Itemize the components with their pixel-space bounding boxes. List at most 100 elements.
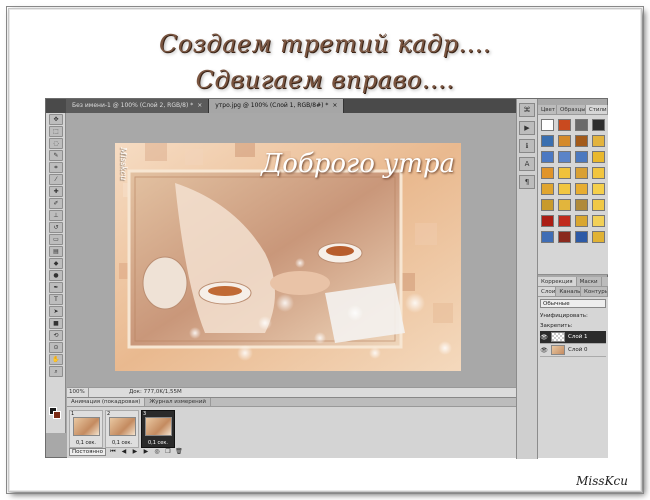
tab-swatches[interactable]: Образцы	[557, 105, 586, 114]
animation-frame[interactable]: 1 0,1 сек.	[69, 410, 103, 448]
style-swatch[interactable]	[592, 199, 605, 211]
eye-icon[interactable]: 👁	[540, 347, 548, 354]
eyedropper-tool-icon[interactable]: ⁄	[49, 174, 63, 185]
frame-delay[interactable]: 0,1 сек.	[142, 440, 174, 446]
dodge-tool-icon[interactable]: ●	[49, 270, 63, 281]
tab-layers[interactable]: Слои	[538, 287, 557, 296]
eye-icon[interactable]: 👁	[540, 334, 548, 341]
zoom-level[interactable]: 100%	[67, 388, 89, 397]
layers-body: Обычные Унифицировать: Закрепить: 👁 Слой…	[538, 297, 608, 359]
animation-frame-selected[interactable]: 3 0,1 сек.	[141, 410, 175, 448]
style-swatch[interactable]	[592, 231, 605, 243]
tab-adjustments[interactable]: Коррекция	[538, 277, 577, 286]
style-swatch[interactable]	[541, 151, 554, 163]
3d-orbit-tool-icon[interactable]: ⊙	[49, 342, 63, 353]
delete-frame-icon[interactable]: 🗑	[175, 448, 183, 456]
tween-icon[interactable]: ◎	[153, 448, 161, 456]
style-swatch[interactable]	[541, 231, 554, 243]
frame-delay[interactable]: 0,1 сек.	[70, 440, 102, 446]
type-tool-icon[interactable]: T	[49, 294, 63, 305]
3d-rotate-tool-icon[interactable]: ⟲	[49, 330, 63, 341]
tab-masks[interactable]: Маски	[577, 277, 602, 286]
style-swatch[interactable]	[558, 167, 571, 179]
tools-panel: ✥ ⬚ ◌ ✎ ⌗ ⁄ ✚ ✐ ⊥ ↺ ▭ ▤ ◆ ● ✒ T ➤ ■ ⟲ ⊙ …	[46, 113, 66, 433]
brush-tool-icon[interactable]: ✐	[49, 198, 63, 209]
info-panel-icon[interactable]: ℹ	[519, 139, 535, 153]
path-selection-tool-icon[interactable]: ➤	[49, 306, 63, 317]
style-swatch[interactable]	[575, 135, 588, 147]
zoom-tool-icon[interactable]: ⌕	[49, 366, 63, 377]
style-swatch[interactable]	[575, 215, 588, 227]
healing-brush-tool-icon[interactable]: ✚	[49, 186, 63, 197]
style-swatch[interactable]	[575, 231, 588, 243]
style-swatch[interactable]	[575, 119, 588, 131]
shape-tool-icon[interactable]: ■	[49, 318, 63, 329]
style-swatch[interactable]	[541, 215, 554, 227]
style-swatch[interactable]	[558, 183, 571, 195]
history-panel-icon[interactable]: ⌘	[519, 103, 535, 117]
style-swatch[interactable]	[541, 135, 554, 147]
paragraph-panel-icon[interactable]: ¶	[519, 175, 535, 189]
crop-tool-icon[interactable]: ⌗	[49, 162, 63, 173]
style-swatch[interactable]	[575, 199, 588, 211]
document-tab-utro[interactable]: утро.jpg @ 100% (Слой 1, RGB/8#) * ×	[209, 99, 345, 113]
style-swatch[interactable]	[558, 119, 571, 131]
layer-row[interactable]: 👁 Слой 0	[540, 344, 606, 357]
document-tab-untitled[interactable]: Без имени-1 @ 100% (Слой 2, RGB/8) * ×	[66, 99, 210, 113]
style-swatch[interactable]	[541, 167, 554, 179]
actions-panel-icon[interactable]: ▶	[519, 121, 535, 135]
animation-frame[interactable]: 2 0,1 сек.	[105, 410, 139, 448]
first-frame-icon[interactable]: ⏮	[109, 448, 117, 456]
style-swatch[interactable]	[558, 215, 571, 227]
style-swatch[interactable]	[592, 167, 605, 179]
style-swatch[interactable]	[558, 135, 571, 147]
layer-name: Слой 0	[568, 347, 588, 353]
layer-row[interactable]: 👁 Слой 1	[540, 331, 606, 344]
tab-paths[interactable]: Контуры	[581, 287, 608, 296]
style-swatch[interactable]	[558, 151, 571, 163]
close-icon[interactable]: ×	[197, 102, 202, 109]
previous-frame-icon[interactable]: ◀	[120, 448, 128, 456]
character-panel-icon[interactable]: A	[519, 157, 535, 171]
layer-name: Слой 1	[568, 334, 588, 340]
frame-delay[interactable]: 0,1 сек.	[106, 440, 138, 446]
style-swatch[interactable]	[558, 199, 571, 211]
eraser-tool-icon[interactable]: ▭	[49, 234, 63, 245]
style-swatch[interactable]	[575, 167, 588, 179]
background-color-swatch[interactable]	[53, 411, 61, 419]
style-swatch[interactable]	[575, 151, 588, 163]
duplicate-frame-icon[interactable]: ❐	[164, 448, 172, 456]
gradient-tool-icon[interactable]: ▤	[49, 246, 63, 257]
hand-tool-icon[interactable]: ✋	[49, 354, 63, 365]
clone-stamp-tool-icon[interactable]: ⊥	[49, 210, 63, 221]
style-swatch[interactable]	[592, 183, 605, 195]
style-swatch[interactable]	[558, 231, 571, 243]
style-swatch-none[interactable]	[541, 119, 554, 131]
layers-panel: Коррекция Маски Слои Каналы Контуры Обыч…	[538, 277, 608, 458]
style-swatch[interactable]	[592, 119, 605, 131]
style-swatch[interactable]	[541, 183, 554, 195]
move-tool-icon[interactable]: ✥	[49, 114, 63, 125]
tab-measurement-log[interactable]: Журнал измерений	[145, 398, 211, 406]
style-swatch[interactable]	[592, 215, 605, 227]
history-brush-tool-icon[interactable]: ↺	[49, 222, 63, 233]
next-frame-icon[interactable]: ▶	[142, 448, 150, 456]
tab-styles[interactable]: Стили	[585, 105, 609, 114]
blend-mode-select[interactable]: Обычные	[540, 299, 606, 308]
pen-tool-icon[interactable]: ✒	[49, 282, 63, 293]
play-icon[interactable]: ▶	[131, 448, 139, 456]
tab-color[interactable]: Цвет	[538, 105, 558, 114]
lasso-tool-icon[interactable]: ◌	[49, 138, 63, 149]
loop-options-select[interactable]: Постоянно	[69, 448, 106, 456]
marquee-tool-icon[interactable]: ⬚	[49, 126, 63, 137]
tab-channels[interactable]: Каналы	[556, 287, 581, 296]
canvas-area[interactable]: Доброго утра Misskcu	[67, 113, 516, 387]
close-icon[interactable]: ×	[332, 102, 337, 109]
style-swatch[interactable]	[575, 183, 588, 195]
style-swatch[interactable]	[592, 135, 605, 147]
tab-animation-frames[interactable]: Анимация (покадровая)	[67, 398, 146, 406]
quick-selection-tool-icon[interactable]: ✎	[49, 150, 63, 161]
style-swatch[interactable]	[541, 199, 554, 211]
style-swatch[interactable]	[592, 151, 605, 163]
blur-tool-icon[interactable]: ◆	[49, 258, 63, 269]
